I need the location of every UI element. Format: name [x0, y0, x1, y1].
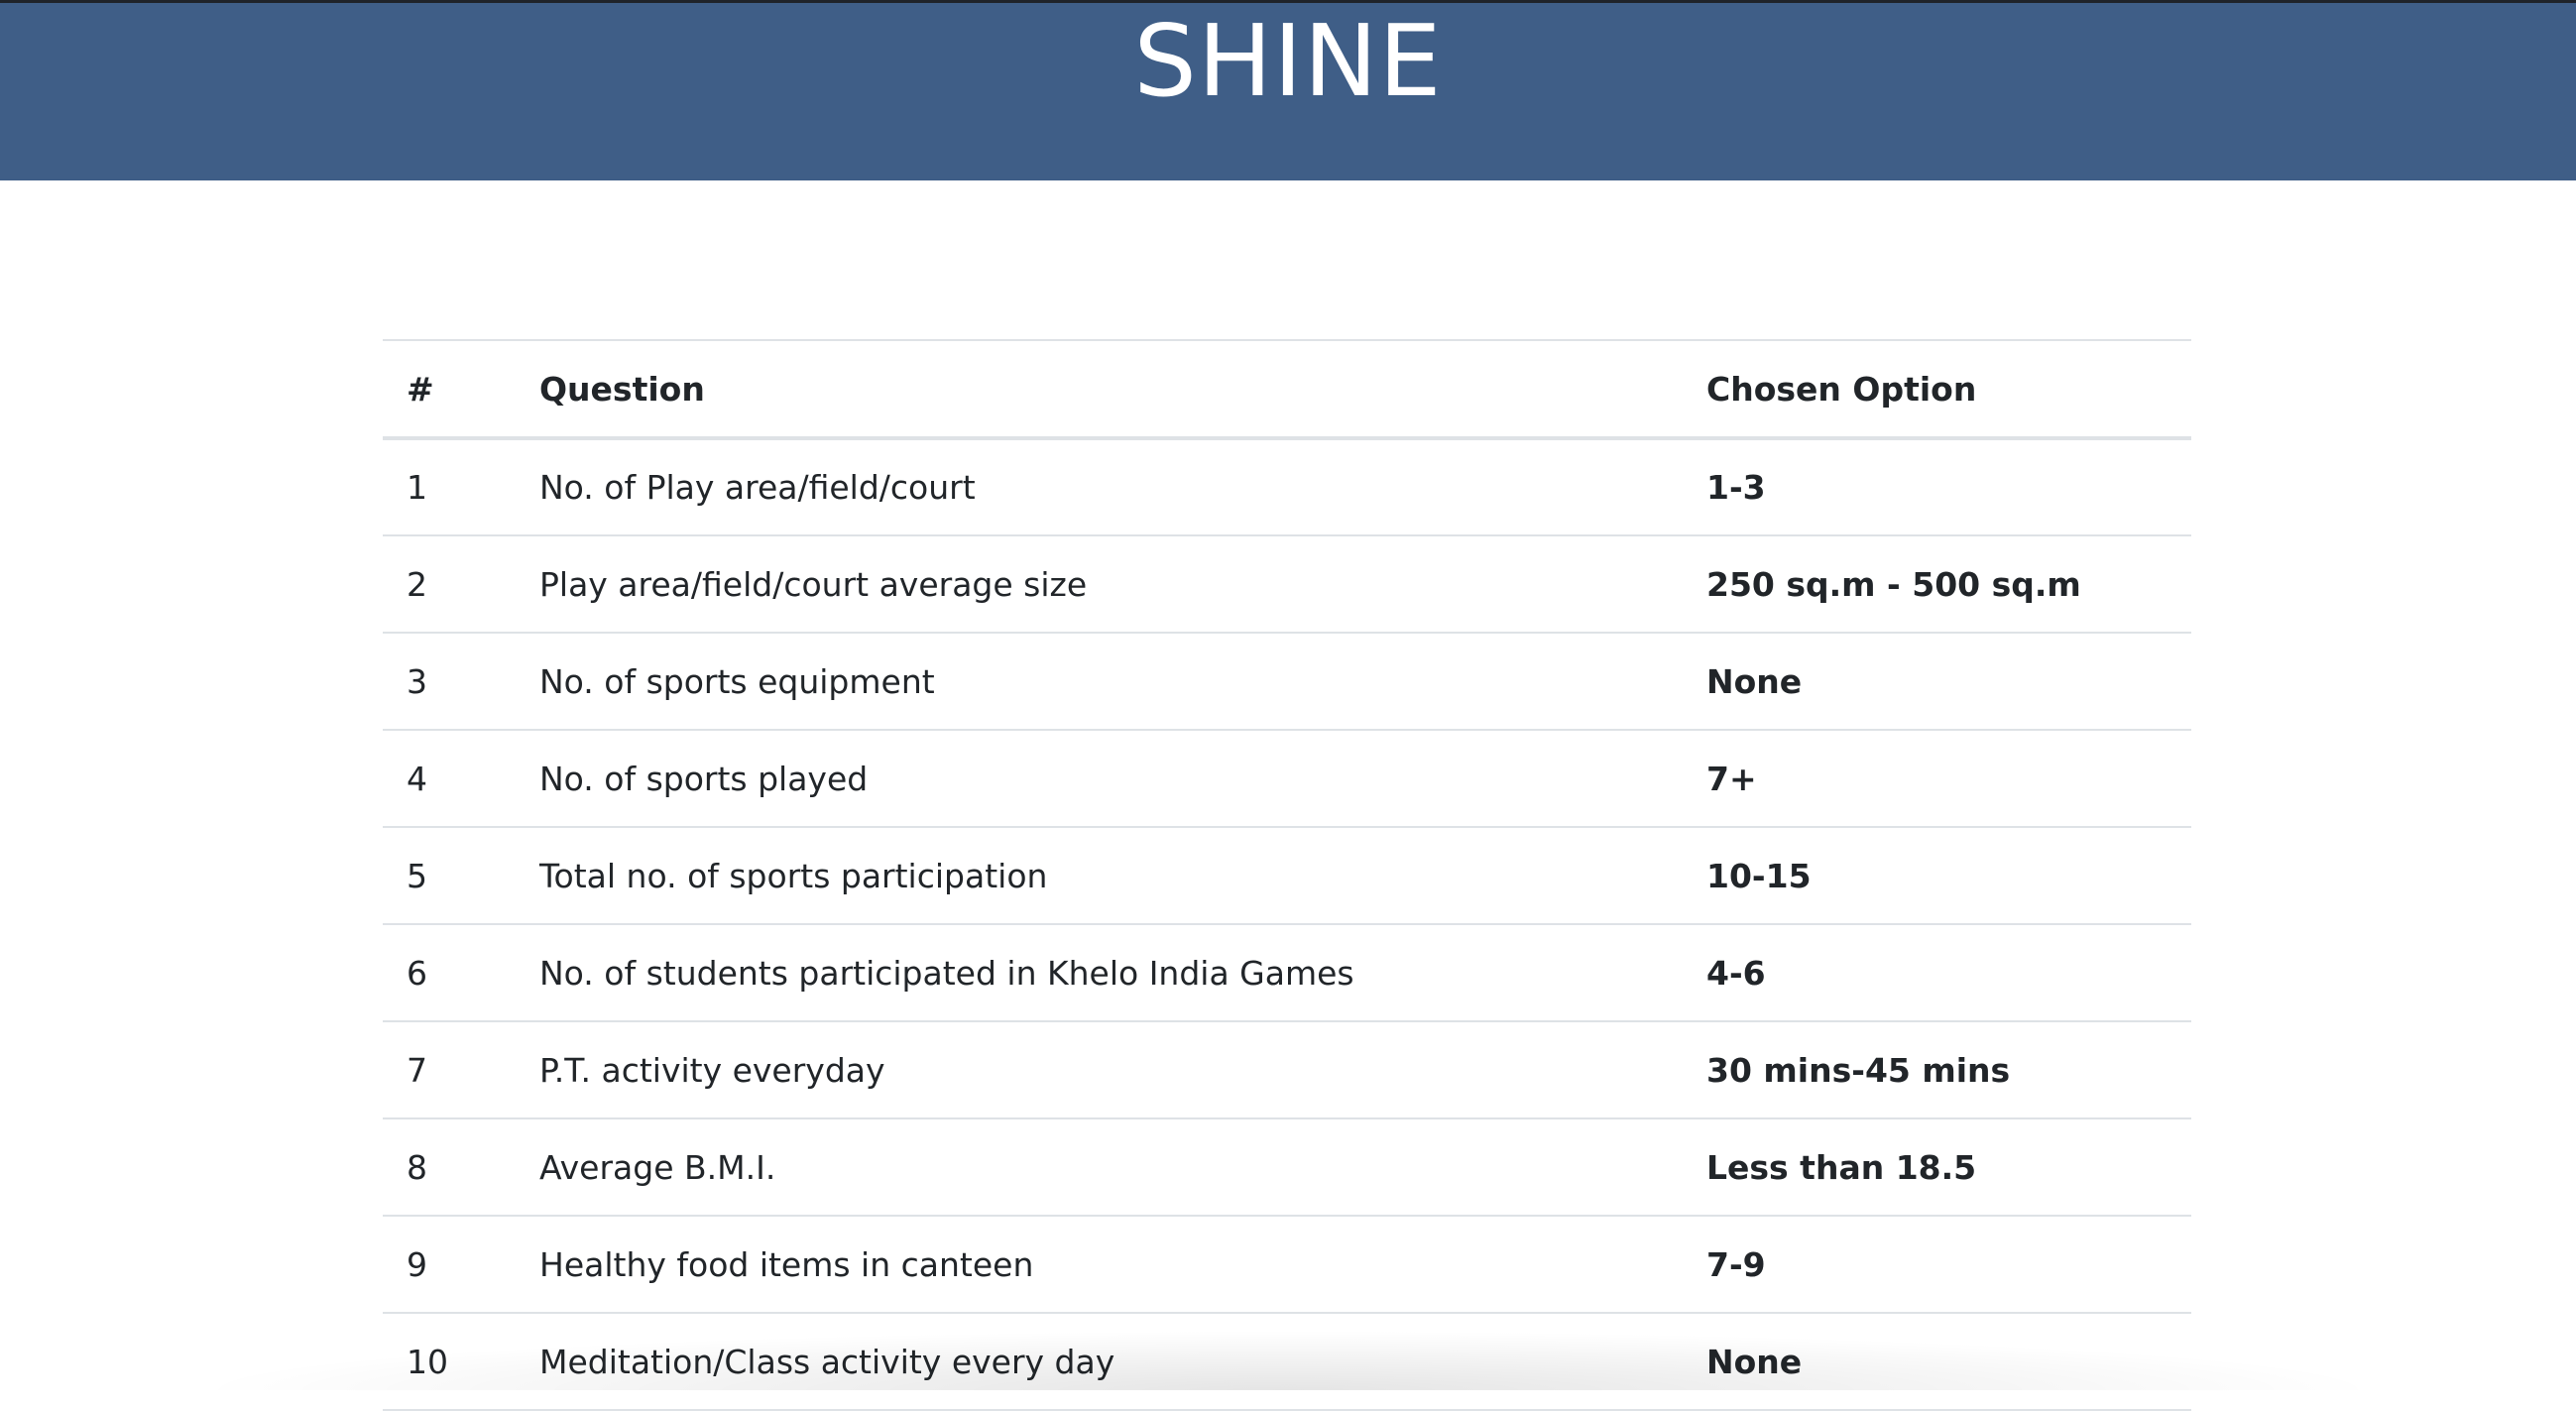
row-question: Healthy food items in canteen: [516, 1216, 1683, 1314]
table-row: 1 No. of Play area/field/court 1-3: [383, 438, 2191, 536]
table-row: 10 Meditation/Class activity every day N…: [383, 1313, 2191, 1411]
row-chosen-option: None: [1683, 633, 2191, 731]
row-chosen-option: 7+: [1683, 730, 2191, 828]
row-chosen-option: 250 sq.m - 500 sq.m: [1683, 535, 2191, 634]
column-header-chosen-option: Chosen Option: [1683, 339, 2191, 440]
table-header-row: # Question Chosen Option: [383, 339, 2191, 440]
row-question: No. of sports played: [516, 730, 1683, 828]
table-row: 9 Healthy food items in canteen 7-9: [383, 1216, 2191, 1314]
row-chosen-option: 7-9: [1683, 1216, 2191, 1314]
row-chosen-option: 4-6: [1683, 924, 2191, 1022]
row-number: 3: [383, 633, 516, 731]
row-chosen-option: None: [1683, 1313, 2191, 1411]
row-number: 8: [383, 1118, 516, 1217]
table-row: 4 No. of sports played 7+: [383, 730, 2191, 828]
row-number: 4: [383, 730, 516, 828]
row-question: Play area/field/court average size: [516, 535, 1683, 634]
row-number: 6: [383, 924, 516, 1022]
row-chosen-option: Less than 18.5: [1683, 1118, 2191, 1217]
row-chosen-option: 10-15: [1683, 827, 2191, 925]
table-row: 3 No. of sports equipment None: [383, 633, 2191, 731]
row-number: 10: [383, 1313, 516, 1411]
results-table: # Question Chosen Option 1 No. of Play a…: [383, 339, 2191, 1411]
row-question: No. of sports equipment: [516, 633, 1683, 731]
row-question: No. of students participated in Khelo In…: [516, 924, 1683, 1022]
row-chosen-option: 30 mins-45 mins: [1683, 1021, 2191, 1119]
table-row: 7 P.T. activity everyday 30 mins-45 mins: [383, 1021, 2191, 1119]
row-question: Meditation/Class activity every day: [516, 1313, 1683, 1411]
row-chosen-option: 1-3: [1683, 438, 2191, 536]
column-header-question: Question: [516, 339, 1683, 440]
column-header-number: #: [383, 339, 516, 440]
page-header: SHINE: [0, 3, 2576, 180]
row-number: 7: [383, 1021, 516, 1119]
table-row: 5 Total no. of sports participation 10-1…: [383, 827, 2191, 925]
row-number: 9: [383, 1216, 516, 1314]
row-number: 1: [383, 438, 516, 536]
row-number: 5: [383, 827, 516, 925]
table-row: 8 Average B.M.I. Less than 18.5: [383, 1118, 2191, 1217]
page-title: SHINE: [1133, 3, 1443, 119]
row-question: P.T. activity everyday: [516, 1021, 1683, 1119]
table-row: 6 No. of students participated in Khelo …: [383, 924, 2191, 1022]
row-question: Total no. of sports participation: [516, 827, 1683, 925]
row-question: No. of Play area/field/court: [516, 438, 1683, 536]
results-table-container: # Question Chosen Option 1 No. of Play a…: [383, 339, 2191, 1411]
row-number: 2: [383, 535, 516, 634]
row-question: Average B.M.I.: [516, 1118, 1683, 1217]
table-row: 2 Play area/field/court average size 250…: [383, 535, 2191, 634]
